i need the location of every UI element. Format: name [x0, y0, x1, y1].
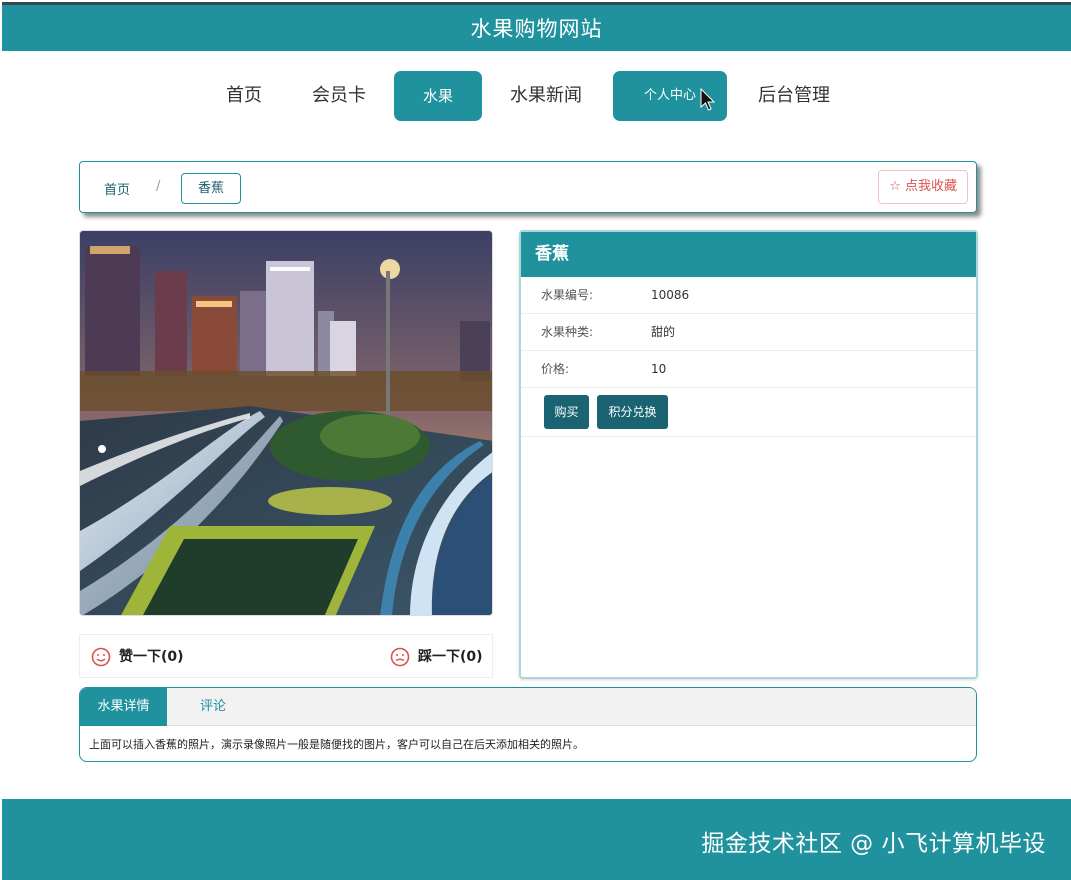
field-row-type: 水果种类: 甜的	[521, 314, 976, 351]
mouse-cursor-icon	[700, 88, 716, 111]
site-title: 水果购物网站	[470, 17, 603, 41]
tab-comments[interactable]: 评论	[180, 688, 246, 726]
breadcrumb: 首页 / 香蕉 ☆ 点我收藏	[79, 161, 977, 213]
like-button[interactable]: 赞一下(0)	[91, 646, 184, 668]
product-image	[79, 230, 493, 616]
breadcrumb-separator: /	[156, 179, 161, 194]
field-label: 水果编号:	[541, 288, 594, 302]
page: 水果购物网站 首页 会员卡 水果 水果新闻 个人中心 后台管理 首页 / 香蕉 …	[0, 0, 1071, 880]
field-row-price: 价格: 10	[521, 351, 976, 388]
field-row-id: 水果编号: 10086	[521, 277, 976, 314]
breadcrumb-current: 香蕉	[181, 173, 241, 204]
dislike-button[interactable]: 踩一下(0)	[390, 646, 483, 668]
tab-content: 上面可以插入香蕉的照片，演示录像照片一般是随便找的图片，客户可以自己在后天添加相…	[89, 738, 584, 751]
nav-item-admin[interactable]: 后台管理	[750, 71, 838, 121]
like-label: 赞一下(0)	[119, 649, 184, 665]
detail-tabs: 水果详情 评论 上面可以插入香蕉的照片，演示录像照片一般是随便找的图片，客户可以…	[79, 687, 977, 762]
field-label: 水果种类:	[541, 325, 594, 339]
tab-bar: 水果详情 评论	[80, 688, 976, 726]
site-header: 水果购物网站	[2, 2, 1071, 51]
favorite-button[interactable]: ☆ 点我收藏	[878, 170, 968, 204]
field-value: 甜的	[651, 325, 676, 339]
tab-fruit-details[interactable]: 水果详情	[80, 688, 167, 726]
product-actions: 购买 积分兑换	[521, 388, 976, 437]
field-value: 10086	[651, 288, 690, 302]
main-nav: 首页 会员卡 水果 水果新闻 个人中心 后台管理	[0, 71, 1071, 121]
breadcrumb-home-link[interactable]: 首页	[104, 179, 130, 198]
nav-item-member-card[interactable]: 会员卡	[304, 71, 374, 121]
frown-icon	[390, 647, 410, 667]
nav-item-fruit-news[interactable]: 水果新闻	[502, 71, 590, 121]
site-footer: 掘金技术社区 @ 小飞计算机毕设	[2, 799, 1071, 880]
watermark-text: 掘金技术社区 @ 小飞计算机毕设	[701, 831, 1046, 857]
field-value: 10	[651, 362, 667, 376]
nav-item-home[interactable]: 首页	[218, 71, 270, 121]
vote-bar: 赞一下(0) 踩一下(0)	[79, 634, 493, 678]
buy-button[interactable]: 购买	[544, 395, 589, 429]
dislike-label: 踩一下(0)	[418, 649, 483, 665]
product-name: 香蕉	[521, 232, 976, 277]
field-label: 价格:	[541, 362, 570, 376]
product-info-panel: 香蕉 水果编号: 10086 水果种类: 甜的 价格: 10 购买 积分兑换	[519, 230, 978, 679]
redeem-points-button[interactable]: 积分兑换	[597, 395, 668, 429]
nav-item-fruit[interactable]: 水果	[394, 71, 482, 121]
smile-icon	[91, 647, 111, 667]
